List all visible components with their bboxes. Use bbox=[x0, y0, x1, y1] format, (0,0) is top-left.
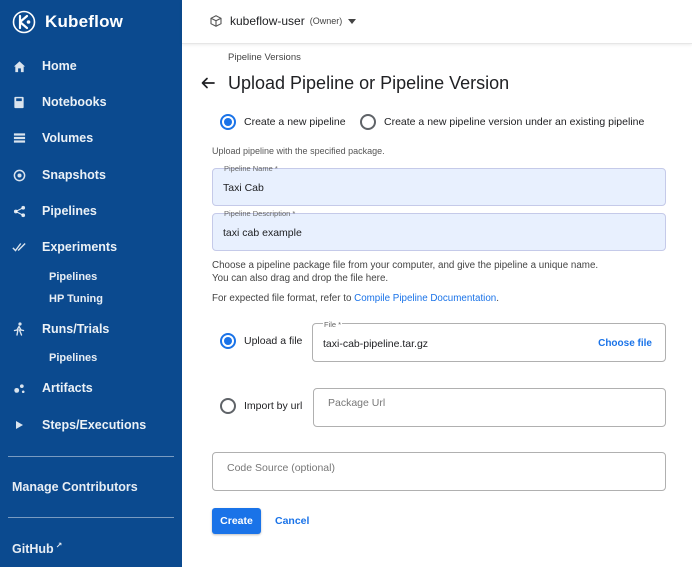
sidebar-item-label: Notebooks bbox=[42, 95, 107, 109]
radio-upload-file[interactable] bbox=[220, 333, 236, 349]
sidebar-subitem-runs-pipelines[interactable]: Pipelines bbox=[49, 352, 97, 364]
kubeflow-logo-icon bbox=[12, 10, 36, 34]
namespace-cube-icon bbox=[210, 15, 222, 27]
compile-pipeline-documentation-link[interactable]: Compile Pipeline Documentation bbox=[354, 293, 496, 304]
sidebar-item-label: Runs/Trials bbox=[42, 322, 110, 336]
namespace-name: kubeflow-user bbox=[230, 14, 305, 28]
format-hint-prefix: For expected file format, refer to bbox=[212, 293, 355, 304]
pipeline-name-field[interactable]: Pipeline Name * Taxi Cab bbox=[212, 164, 666, 206]
sidebar-item-pipelines[interactable]: Pipelines bbox=[0, 199, 182, 223]
sidebar-item-label: Pipelines bbox=[42, 204, 97, 218]
namespace-selector[interactable]: kubeflow-user (Owner) bbox=[210, 12, 357, 30]
pipeline-icon bbox=[12, 204, 26, 218]
sidebar-item-notebooks[interactable]: Notebooks bbox=[0, 90, 182, 114]
manage-contributors-link[interactable]: Manage Contributors bbox=[12, 480, 138, 494]
breadcrumb[interactable]: Pipeline Versions bbox=[228, 52, 301, 63]
format-hint-suffix: . bbox=[496, 293, 499, 304]
notebook-icon bbox=[12, 95, 26, 109]
file-field[interactable]: File * taxi-cab-pipeline.tar.gz Choose f… bbox=[312, 320, 666, 362]
back-arrow-icon[interactable] bbox=[200, 75, 216, 91]
sidebar-item-label: Snapshots bbox=[42, 168, 106, 182]
package-url-input[interactable]: Package Url bbox=[313, 388, 666, 427]
cancel-button[interactable]: Cancel bbox=[275, 515, 309, 527]
sidebar-item-label: Artifacts bbox=[42, 381, 93, 395]
choose-hint-line1: Choose a pipeline package file from your… bbox=[212, 260, 599, 271]
sidebar-item-experiments[interactable]: Experiments bbox=[0, 235, 182, 259]
file-value: taxi-cab-pipeline.tar.gz bbox=[323, 338, 429, 350]
file-field-label: File * bbox=[323, 320, 343, 329]
experiments-icon bbox=[12, 240, 26, 254]
code-source-placeholder: Code Source (optional) bbox=[227, 462, 335, 474]
sidebar-divider bbox=[8, 517, 174, 518]
sidebar-item-label: Steps/Executions bbox=[42, 418, 147, 432]
github-link[interactable]: GitHub ↗ bbox=[12, 541, 62, 556]
format-hint: For expected file format, refer to Compi… bbox=[212, 293, 499, 304]
brand[interactable]: Kubeflow bbox=[12, 9, 123, 35]
upload-hint: Upload pipeline with the specified packa… bbox=[212, 146, 385, 156]
sidebar-item-volumes[interactable]: Volumes bbox=[0, 126, 182, 150]
run-icon bbox=[12, 322, 26, 336]
pipeline-description-value: taxi cab example bbox=[223, 227, 302, 239]
sidebar-item-steps-executions[interactable]: Steps/Executions bbox=[0, 413, 182, 437]
snapshot-icon bbox=[12, 168, 26, 182]
code-source-input[interactable]: Code Source (optional) bbox=[212, 452, 666, 491]
sidebar-item-label: Home bbox=[42, 59, 77, 73]
sidebar-item-snapshots[interactable]: Snapshots bbox=[0, 163, 182, 187]
radio-import-url[interactable] bbox=[220, 398, 236, 414]
radio-import-url-label[interactable]: Import by url bbox=[244, 400, 302, 412]
create-button[interactable]: Create bbox=[212, 508, 261, 534]
play-icon bbox=[12, 418, 26, 432]
brand-name: Kubeflow bbox=[45, 12, 124, 31]
sidebar-item-home[interactable]: Home bbox=[0, 54, 182, 78]
sidebar-subitem-experiments-pipelines[interactable]: Pipelines bbox=[49, 271, 97, 283]
sidebar-item-label: Volumes bbox=[42, 131, 94, 145]
radio-create-new-pipeline[interactable] bbox=[220, 114, 236, 130]
github-label: GitHub bbox=[12, 542, 54, 557]
artifacts-icon bbox=[12, 381, 26, 395]
chevron-down-icon bbox=[348, 18, 357, 24]
sidebar-item-label: Experiments bbox=[42, 240, 118, 254]
pipeline-description-label: Pipeline Description * bbox=[224, 209, 296, 218]
top-bar: kubeflow-user (Owner) bbox=[182, 0, 692, 44]
namespace-role: (Owner) bbox=[309, 16, 343, 26]
pipeline-name-label: Pipeline Name * bbox=[224, 164, 278, 173]
choose-hint-line2: You can also drag and drop the file here… bbox=[212, 273, 389, 284]
radio-create-new-pipeline-label[interactable]: Create a new pipeline bbox=[244, 116, 346, 128]
radio-create-new-version-label[interactable]: Create a new pipeline version under an e… bbox=[384, 116, 644, 128]
radio-upload-file-label[interactable]: Upload a file bbox=[244, 335, 302, 347]
choose-file-button[interactable]: Choose file bbox=[598, 338, 652, 349]
sidebar-subitem-hp-tuning[interactable]: HP Tuning bbox=[49, 293, 103, 305]
volumes-icon bbox=[12, 131, 26, 145]
sidebar: Kubeflow Home Notebooks Volumes Snapshot… bbox=[0, 0, 182, 567]
sidebar-item-runs-trials[interactable]: Runs/Trials bbox=[0, 317, 182, 341]
package-url-placeholder: Package Url bbox=[328, 397, 386, 409]
home-icon bbox=[12, 59, 26, 73]
page-title: Upload Pipeline or Pipeline Version bbox=[228, 73, 510, 93]
sidebar-divider bbox=[8, 456, 174, 457]
sidebar-item-artifacts[interactable]: Artifacts bbox=[0, 376, 182, 400]
radio-create-new-version[interactable] bbox=[360, 114, 376, 130]
pipeline-description-field[interactable]: Pipeline Description * taxi cab example bbox=[212, 209, 666, 251]
pipeline-name-value: Taxi Cab bbox=[223, 182, 264, 194]
external-link-icon: ↗ bbox=[55, 541, 63, 550]
